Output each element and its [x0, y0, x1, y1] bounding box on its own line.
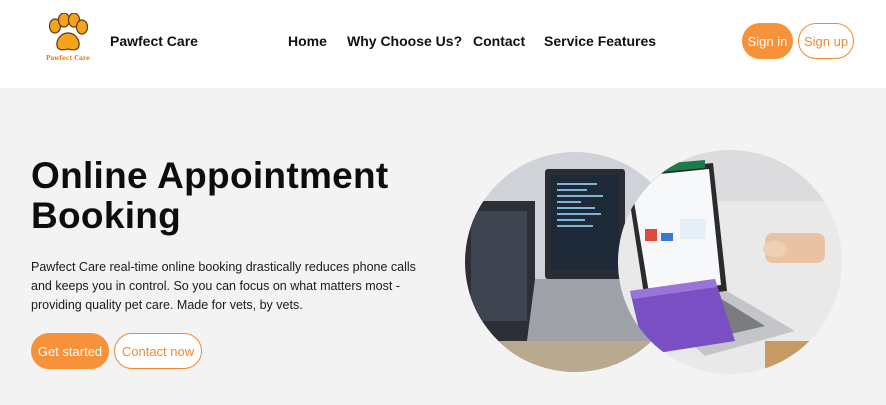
- nav-contact-link[interactable]: Contact: [473, 33, 525, 49]
- nav-home-link[interactable]: Home: [288, 33, 327, 49]
- sign-in-button[interactable]: Sign in: [742, 23, 793, 59]
- nav-service-features-link[interactable]: Service Features: [544, 33, 656, 49]
- contact-now-button[interactable]: Contact now: [114, 333, 202, 369]
- hero-laptop-image: [465, 150, 842, 374]
- get-started-button[interactable]: Get started: [31, 333, 109, 369]
- top-navigation-bar: Pawfect Care Pawfect Care Home Why Choos…: [0, 0, 886, 88]
- hero-section: Online Appointment Booking Pawfect Care …: [0, 88, 886, 405]
- nav-why-choose-us-link[interactable]: Why Choose Us?: [347, 33, 462, 49]
- hero-description: Pawfect Care real-time online booking dr…: [31, 260, 416, 312]
- hero-title: Online Appointment Booking: [31, 155, 389, 236]
- sign-up-button[interactable]: Sign up: [798, 23, 854, 59]
- logo-caption: Pawfect Care: [46, 55, 90, 62]
